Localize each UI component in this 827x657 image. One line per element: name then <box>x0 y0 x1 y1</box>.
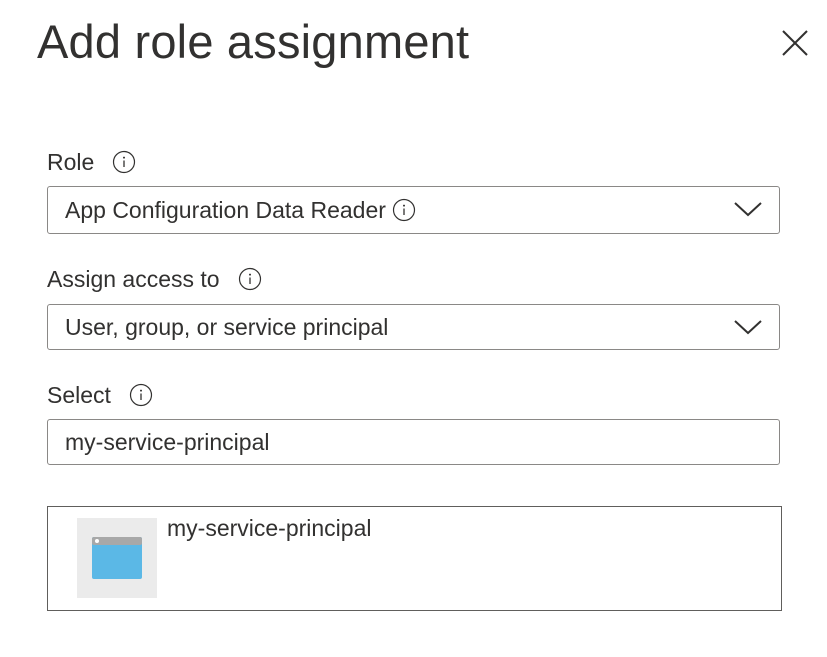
search-results-list: my-service-principal <box>47 506 782 611</box>
chevron-down-icon <box>733 199 763 219</box>
result-item-name: my-service-principal <box>167 515 372 541</box>
select-label: Select <box>47 382 111 408</box>
role-selected-text: App Configuration Data Reader <box>65 196 386 223</box>
close-icon <box>782 30 808 56</box>
assign-access-dropdown[interactable]: User, group, or service principal <box>47 304 780 350</box>
info-icon[interactable] <box>112 150 136 174</box>
role-dropdown[interactable]: App Configuration Data Reader <box>47 186 780 234</box>
role-label-row: Role <box>47 147 136 177</box>
assign-access-label-row: Assign access to <box>47 264 262 294</box>
info-icon[interactable] <box>129 383 153 407</box>
chevron-down-icon <box>733 317 763 337</box>
application-icon <box>77 518 157 598</box>
select-label-row: Select <box>47 380 153 410</box>
role-label: Role <box>47 149 95 175</box>
role-selected: App Configuration Data Reader <box>65 197 416 224</box>
info-icon[interactable] <box>392 198 416 222</box>
close-button[interactable] <box>778 26 812 60</box>
assign-access-label: Assign access to <box>47 266 220 292</box>
select-input-value: my-service-principal <box>65 428 270 455</box>
list-item[interactable]: my-service-principal <box>48 507 781 610</box>
assign-access-selected: User, group, or service principal <box>65 313 389 340</box>
info-icon[interactable] <box>238 267 262 291</box>
select-search-input[interactable]: my-service-principal <box>47 419 780 465</box>
page-title: Add role assignment <box>37 15 470 68</box>
